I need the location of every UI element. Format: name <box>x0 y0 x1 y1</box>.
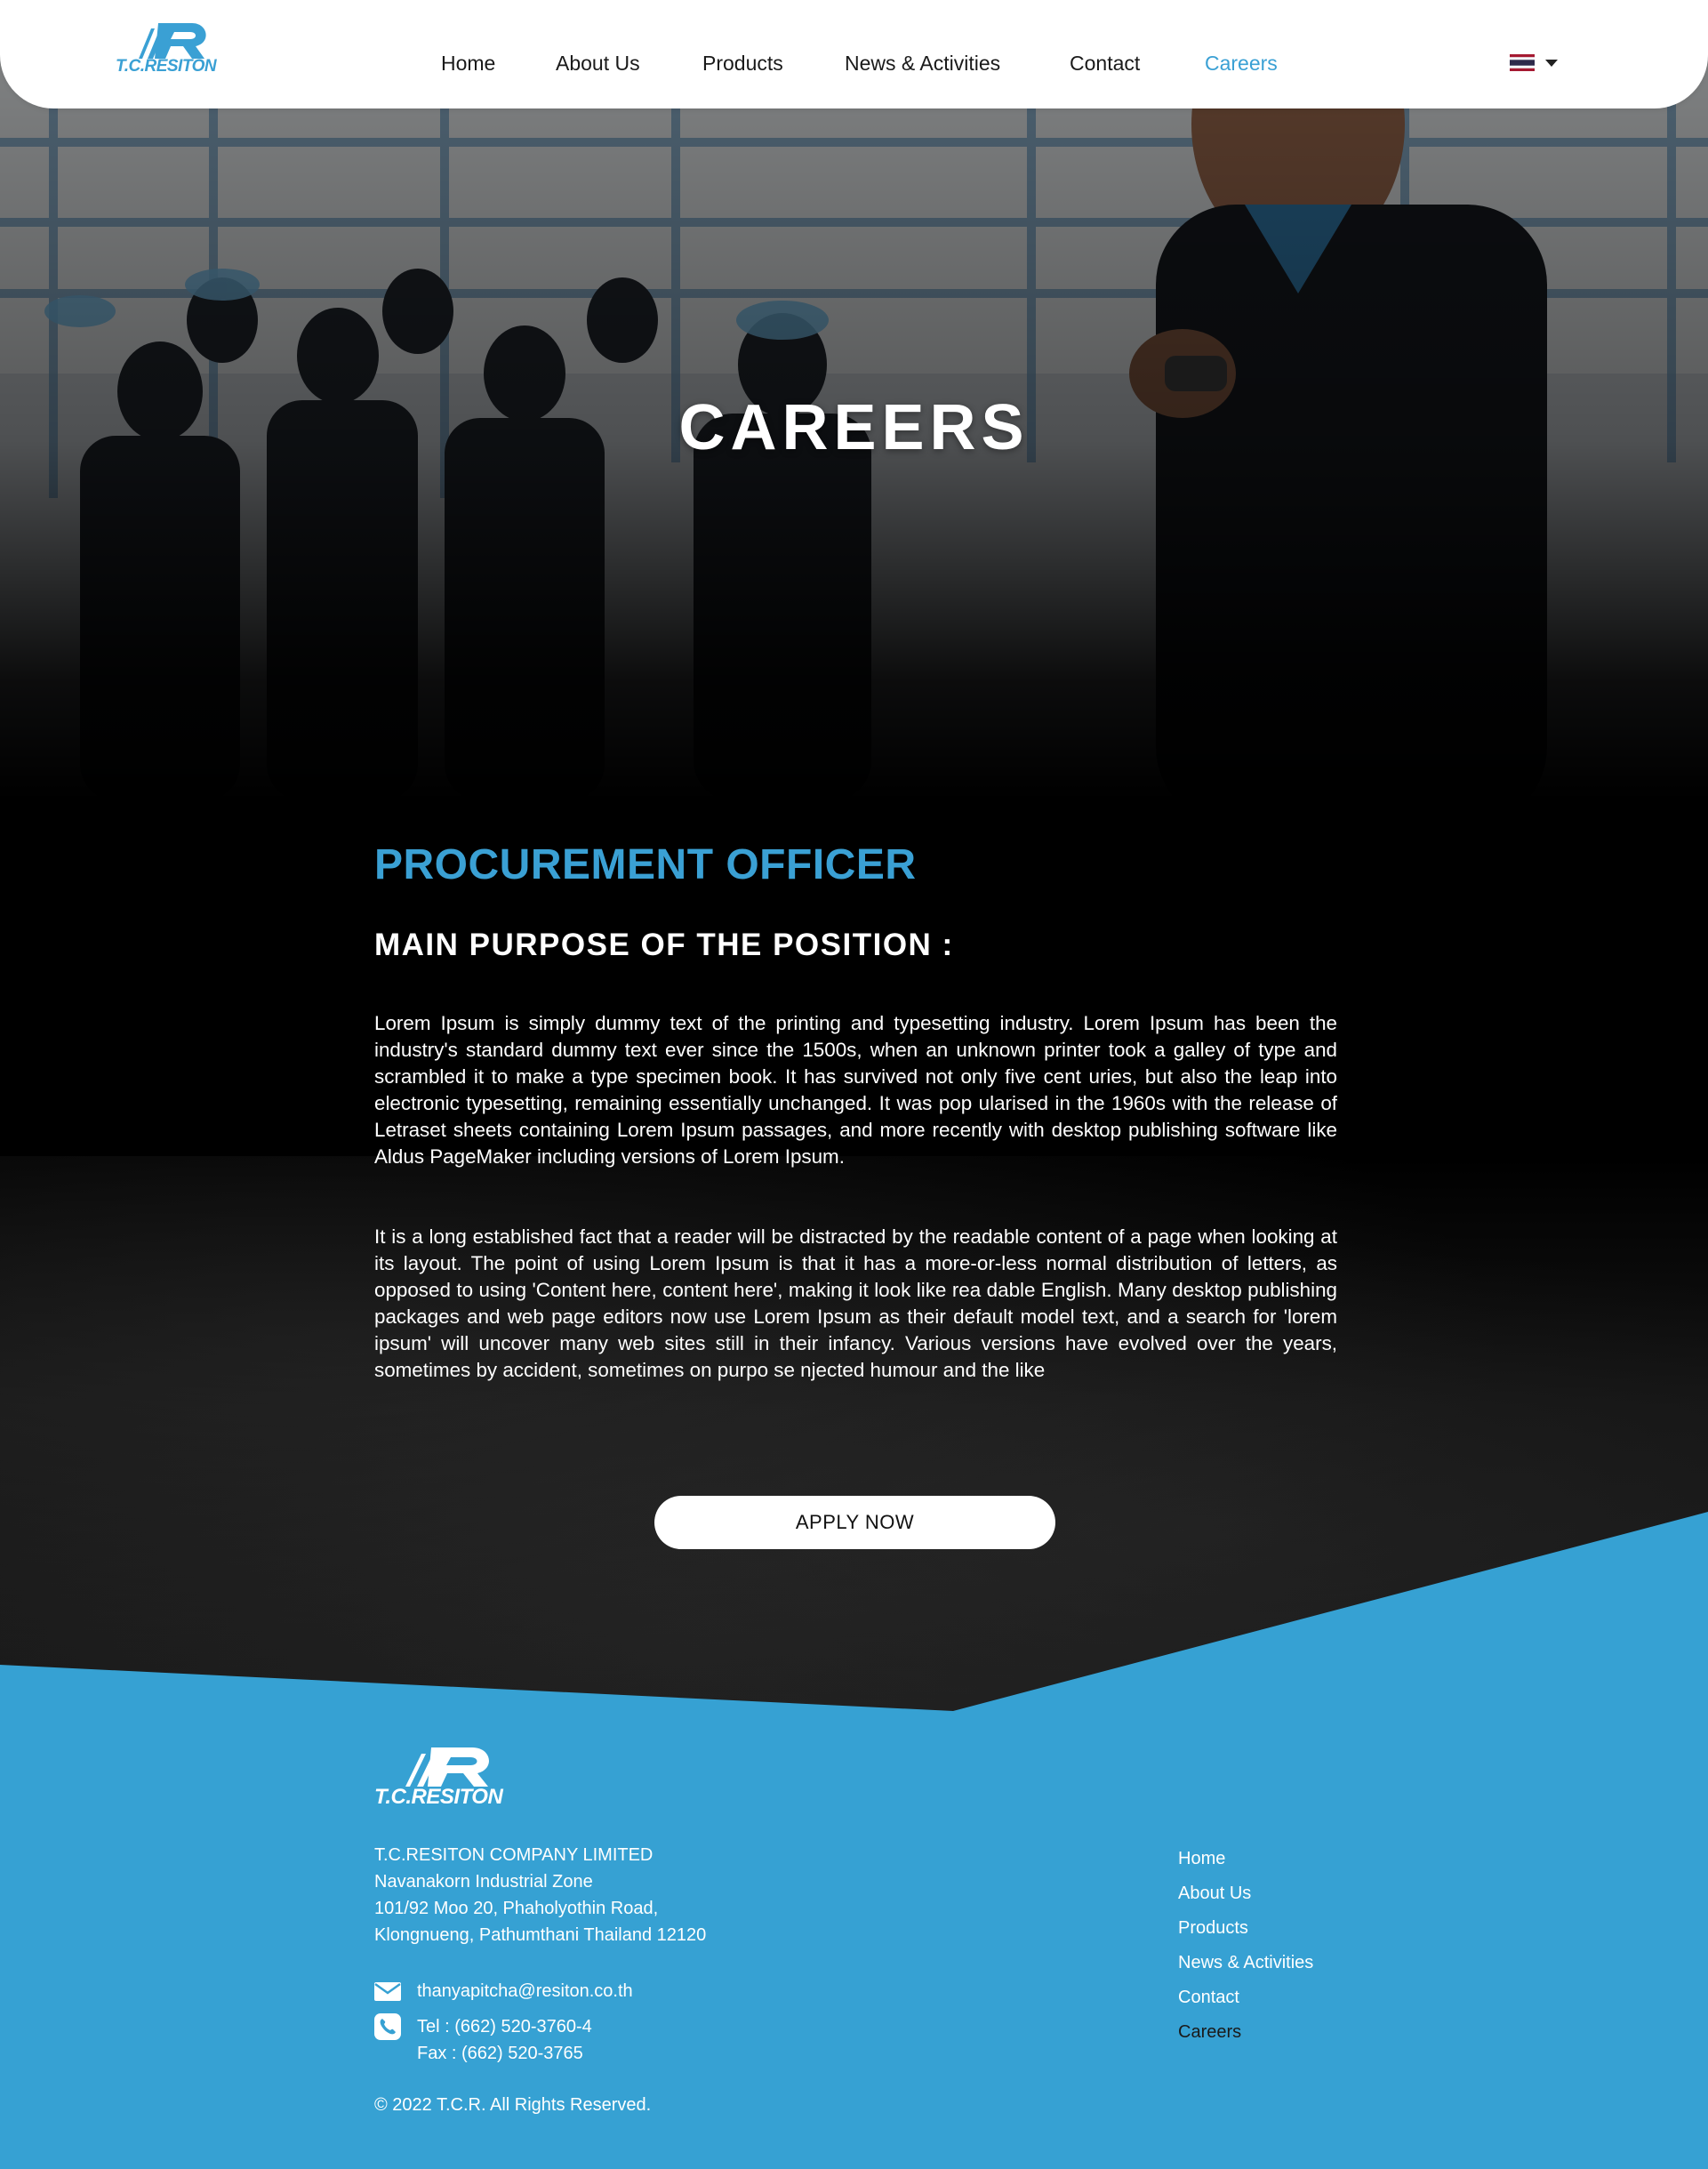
footer-logo[interactable]: T.C.RESITON <box>374 1746 517 1810</box>
footer-nav-products[interactable]: Products <box>1178 1911 1313 1946</box>
nav-products[interactable]: Products <box>702 52 783 76</box>
apply-now-button[interactable]: APPLY NOW <box>654 1496 1055 1549</box>
mail-icon <box>374 1982 401 2001</box>
footer-background <box>0 1512 1708 2169</box>
chevron-down-icon <box>1545 59 1558 67</box>
footer-nav-contact[interactable]: Contact <box>1178 1980 1313 2015</box>
email-address[interactable]: thanyapitcha@resiton.co.th <box>417 1978 633 2004</box>
footer-nav-home[interactable]: Home <box>1178 1842 1313 1876</box>
footer-nav: Home About Us Products News & Activities… <box>1178 1842 1313 2050</box>
job-description-paragraph-1: Lorem Ipsum is simply dummy text of the … <box>374 1012 1337 1168</box>
nav-news-activities[interactable]: News & Activities <box>845 52 1000 76</box>
footer-nav-careers[interactable]: Careers <box>1178 2015 1313 2050</box>
fax-number: Fax : (662) 520-3765 <box>417 2044 583 2063</box>
purpose-heading: MAIN PURPOSE OF THE POSITION : <box>374 928 954 962</box>
page-title: CAREERS <box>678 392 1030 463</box>
address-line: Klongnueng, Pathumthani Thailand 12120 <box>374 1925 707 1945</box>
company-logo[interactable]: T.C.RESITON <box>116 21 227 76</box>
hero-banner: CAREERS <box>0 0 1708 800</box>
address-line: Navanakorn Industrial Zone <box>374 1872 593 1892</box>
footer-logo-text: T.C.RESITON <box>374 1785 503 1809</box>
phone-number[interactable]: Tel : (662) 520-3760-4 <box>417 2013 592 2040</box>
footer-nav-news-activities[interactable]: News & Activities <box>1178 1946 1313 1980</box>
footer-email[interactable]: thanyapitcha@resiton.co.th <box>374 1978 633 2004</box>
job-title: PROCUREMENT OFFICER <box>374 841 917 888</box>
copyright: © 2022 T.C.R. All Rights Reserved. <box>374 2095 652 2115</box>
nav-about-us[interactable]: About Us <box>556 52 640 76</box>
thai-flag-icon <box>1510 54 1535 71</box>
language-selector[interactable] <box>1510 54 1558 71</box>
nav-contact[interactable]: Contact <box>1070 52 1140 76</box>
nav-home[interactable]: Home <box>441 52 495 76</box>
logo-mark-icon <box>139 23 206 59</box>
company-address: T.C.RESITON COMPANY LIMITED Navanakorn I… <box>374 1842 706 1948</box>
nav-careers[interactable]: Careers <box>1205 52 1278 76</box>
logo-text: T.C.RESITON <box>116 57 217 76</box>
address-line: 101/92 Moo 20, Phaholyothin Road, <box>374 1899 659 1918</box>
footer-nav-about-us[interactable]: About Us <box>1178 1876 1313 1911</box>
site-header: T.C.RESITON Home About Us Products News … <box>0 0 1708 108</box>
logo-mark-icon <box>405 1747 489 1787</box>
job-description-paragraph-2: It is a long established fact that a rea… <box>374 1225 1337 1381</box>
phone-icon <box>374 2013 401 2040</box>
footer-phone: Tel : (662) 520-3760-4 Fax : (662) 520-3… <box>374 2013 592 2067</box>
company-name: T.C.RESITON COMPANY LIMITED <box>374 1845 654 1865</box>
